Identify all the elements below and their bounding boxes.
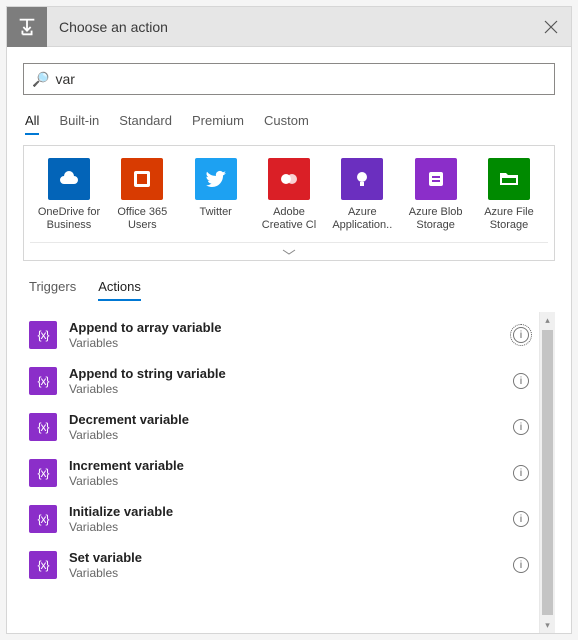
- category-tab-standard[interactable]: Standard: [119, 109, 172, 134]
- category-tab-all[interactable]: All: [25, 109, 39, 134]
- connector-label: Azure File Storage: [476, 206, 542, 234]
- search-icon: 🔍: [32, 71, 49, 88]
- bulb-icon: [341, 158, 383, 200]
- action-initialize-variable[interactable]: {x} Initialize variableVariablesi: [23, 496, 537, 542]
- scroll-down-arrow[interactable]: ▾: [540, 617, 555, 633]
- connector-azure-blob-storage[interactable]: Azure Blob Storage: [403, 158, 469, 234]
- action-subtitle: Variables: [69, 336, 513, 350]
- action-set-variable[interactable]: {x} Set variableVariablesi: [23, 542, 537, 588]
- category-tab-custom[interactable]: Custom: [264, 109, 309, 134]
- action-increment-variable[interactable]: {x} Increment variableVariablesi: [23, 450, 537, 496]
- result-subtabs: Triggers Actions: [23, 261, 555, 300]
- variables-icon: {x}: [29, 413, 57, 441]
- twitter-icon: [195, 158, 237, 200]
- cloud-icon: [48, 158, 90, 200]
- connector-label: Azure Application..: [329, 206, 395, 234]
- action-title: Append to array variable: [69, 320, 513, 335]
- action-title: Increment variable: [69, 458, 513, 473]
- action-title: Append to string variable: [69, 366, 513, 381]
- variables-icon: {x}: [29, 367, 57, 395]
- actions-scrollbar[interactable]: ▴ ▾: [539, 312, 555, 633]
- info-icon[interactable]: i: [513, 373, 529, 389]
- scroll-thumb[interactable]: [542, 330, 553, 615]
- expand-connectors-button[interactable]: [30, 242, 548, 260]
- subtab-triggers[interactable]: Triggers: [29, 277, 76, 300]
- actions-list: {x}Append to array variableVariablesi{x}…: [23, 312, 539, 633]
- actions-area: {x}Append to array variableVariablesi{x}…: [23, 312, 555, 633]
- category-tabs: All Built-in Standard Premium Custom: [23, 95, 555, 135]
- connector-label: Azure Blob Storage: [403, 206, 469, 234]
- action-subtitle: Variables: [69, 428, 513, 442]
- close-button[interactable]: [531, 7, 571, 47]
- info-icon[interactable]: i: [513, 465, 529, 481]
- search-input[interactable]: [55, 71, 546, 87]
- folder-icon: [488, 158, 530, 200]
- connector-twitter[interactable]: Twitter: [183, 158, 249, 234]
- action-append-to-array-variable[interactable]: {x} Append to array variableVariablesi: [23, 312, 537, 358]
- adobe-icon: [268, 158, 310, 200]
- connector-adobe-creative-cl[interactable]: Adobe Creative Cl: [256, 158, 322, 234]
- variables-icon: {x}: [29, 505, 57, 533]
- connector-onedrive-for-business[interactable]: OneDrive for Business: [36, 158, 102, 234]
- info-icon[interactable]: i: [513, 327, 529, 343]
- connector-label: Office 365 Users: [109, 206, 175, 234]
- search-box[interactable]: 🔍: [23, 63, 555, 95]
- info-icon[interactable]: i: [513, 419, 529, 435]
- action-subtitle: Variables: [69, 474, 513, 488]
- connector-label: Adobe Creative Cl: [256, 206, 322, 234]
- choose-action-panel: Choose an action 🔍 All Built-in Standard Pr…: [6, 6, 572, 634]
- choose-action-window: Choose an action 🔍 All Built-in Standard Pr…: [0, 0, 578, 640]
- category-tab-premium[interactable]: Premium: [192, 109, 244, 134]
- blob-icon: [415, 158, 457, 200]
- action-append-to-string-variable[interactable]: {x} Append to string variableVariablesi: [23, 358, 537, 404]
- action-title: Decrement variable: [69, 412, 513, 427]
- office-icon: [121, 158, 163, 200]
- subtab-actions[interactable]: Actions: [98, 277, 141, 300]
- choose-action-icon: [7, 7, 47, 47]
- action-subtitle: Variables: [69, 520, 513, 534]
- connector-label: OneDrive for Business: [36, 206, 102, 234]
- action-decrement-variable[interactable]: {x} Decrement variableVariablesi: [23, 404, 537, 450]
- action-subtitle: Variables: [69, 382, 513, 396]
- scroll-up-arrow[interactable]: ▴: [540, 312, 555, 328]
- action-title: Initialize variable: [69, 504, 513, 519]
- variables-icon: {x}: [29, 459, 57, 487]
- connector-label: Twitter: [199, 206, 231, 234]
- action-title: Set variable: [69, 550, 513, 565]
- variables-icon: {x}: [29, 551, 57, 579]
- info-icon[interactable]: i: [513, 557, 529, 573]
- category-tab-built-in[interactable]: Built-in: [59, 109, 99, 134]
- variables-icon: {x}: [29, 321, 57, 349]
- connectors-box: OneDrive for BusinessOffice 365 Users Twi…: [23, 145, 555, 261]
- connector-azure-file-storage[interactable]: Azure File Storage: [476, 158, 542, 234]
- connectors-row: OneDrive for BusinessOffice 365 Users Twi…: [30, 158, 548, 234]
- connector-office-365-users[interactable]: Office 365 Users: [109, 158, 175, 234]
- connector-azure-application-[interactable]: Azure Application..: [329, 158, 395, 234]
- info-icon[interactable]: i: [513, 511, 529, 527]
- panel-header: Choose an action: [7, 7, 571, 47]
- action-subtitle: Variables: [69, 566, 513, 580]
- panel-title: Choose an action: [47, 19, 531, 35]
